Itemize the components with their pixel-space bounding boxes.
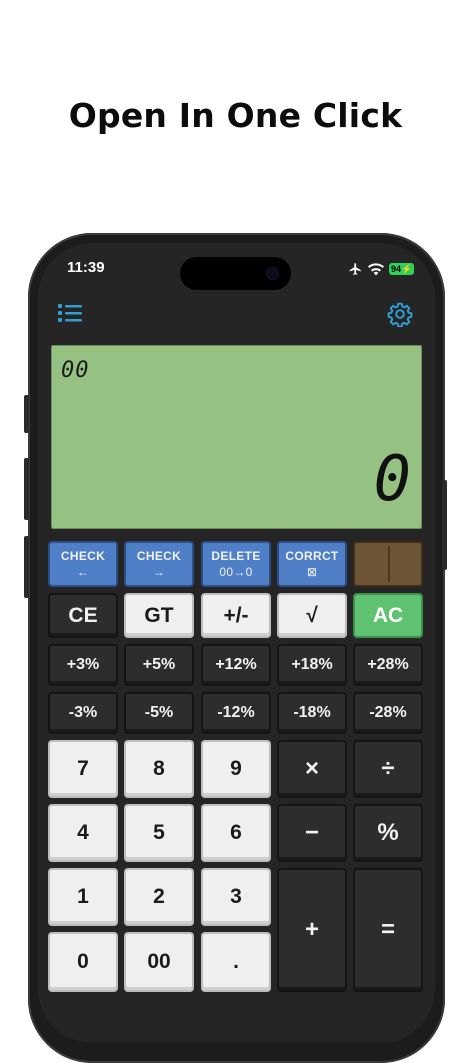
display-value: 0 (373, 442, 411, 515)
phone-side-button (24, 395, 29, 433)
key-sublabel: ← (76, 565, 90, 579)
digit-0-button[interactable]: 0 (48, 932, 118, 992)
phone-side-button (24, 536, 29, 598)
plus-18-percent-button[interactable]: +18% (277, 644, 347, 686)
plus-28-percent-button[interactable]: +28% (353, 644, 423, 686)
check-forward-button[interactable]: CHECK → (124, 541, 194, 587)
check-back-button[interactable]: CHECK ← (48, 541, 118, 587)
digit-4-button[interactable]: 4 (48, 804, 118, 862)
plus-12-percent-button[interactable]: +12% (201, 644, 271, 686)
digit-1-button[interactable]: 1 (48, 868, 118, 926)
key-label: CORRCT (285, 549, 339, 563)
decimal-point-button[interactable]: . (201, 932, 271, 992)
list-menu-icon[interactable] (58, 302, 82, 324)
percent-button[interactable]: % (353, 804, 423, 862)
key-sublabel: ⊠ (306, 565, 318, 579)
digit-2-button[interactable]: 2 (124, 868, 194, 926)
equals-button[interactable]: = (353, 868, 423, 992)
digit-6-button[interactable]: 6 (201, 804, 271, 862)
digit-3-button[interactable]: 3 (201, 868, 271, 926)
divide-button[interactable]: ÷ (353, 740, 423, 798)
phone-side-button (442, 480, 447, 570)
status-icons: 94⚡ (348, 262, 415, 276)
gt-button[interactable]: GT (124, 593, 194, 638)
minus-3-percent-button[interactable]: -3% (48, 692, 118, 734)
double-zero-button[interactable]: 00 (124, 932, 194, 992)
plus-3-percent-button[interactable]: +3% (48, 644, 118, 686)
digit-9-button[interactable]: 9 (201, 740, 271, 798)
wifi-icon (368, 262, 384, 275)
headline: Open In One Click (68, 96, 403, 135)
plus-button[interactable]: + (277, 868, 347, 992)
calculator-display: 00 0 (51, 345, 422, 529)
key-label: DELETE (211, 549, 261, 563)
minus-5-percent-button[interactable]: -5% (124, 692, 194, 734)
minus-18-percent-button[interactable]: -18% (277, 692, 347, 734)
dynamic-island (180, 257, 291, 290)
square-root-button[interactable]: √ (277, 593, 347, 638)
key-label: CHECK (60, 549, 106, 563)
multiply-button[interactable]: × (277, 740, 347, 798)
status-time: 11:39 (67, 259, 105, 276)
digit-8-button[interactable]: 8 (124, 740, 194, 798)
digit-5-button[interactable]: 5 (124, 804, 194, 862)
ce-button[interactable]: CE (48, 593, 118, 638)
plus-minus-button[interactable]: +/- (201, 593, 271, 638)
key-sublabel: → (152, 565, 166, 579)
delete-button[interactable]: DELETE 00→0 (201, 541, 271, 587)
wood-panel (353, 541, 423, 587)
correct-button[interactable]: CORRCT ⊠ (277, 541, 347, 587)
battery-indicator: 94⚡ (389, 263, 415, 275)
minus-28-percent-button[interactable]: -28% (353, 692, 423, 734)
camera-icon (266, 267, 279, 280)
gear-icon[interactable] (387, 301, 413, 327)
plus-5-percent-button[interactable]: +5% (124, 644, 194, 686)
minus-12-percent-button[interactable]: -12% (201, 692, 271, 734)
memory-indicator: 00 (61, 358, 90, 383)
key-label: CHECK (136, 549, 182, 563)
phone-side-button (24, 458, 29, 520)
digit-7-button[interactable]: 7 (48, 740, 118, 798)
ac-button[interactable]: AC (353, 593, 423, 638)
minus-button[interactable]: − (277, 804, 347, 862)
airplane-icon (349, 263, 361, 275)
key-sublabel: 00→0 (219, 565, 253, 579)
